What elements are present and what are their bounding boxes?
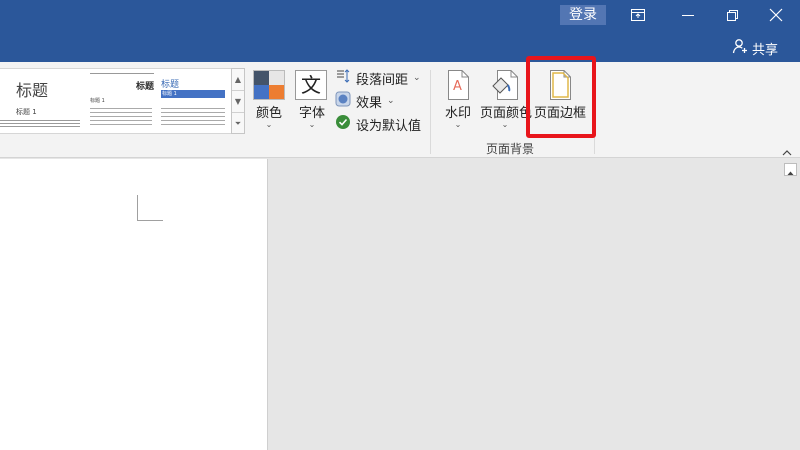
vertical-scrollbar[interactable] <box>783 159 800 450</box>
colors-button[interactable]: 颜色 ⌄ <box>253 70 285 129</box>
scroll-up-icon[interactable]: ▲ <box>232 69 244 91</box>
style-set-subtitle: 标题 1 <box>162 91 177 97</box>
style-set-subtitle: 标题 1 <box>16 108 37 116</box>
svg-text:A: A <box>453 79 462 94</box>
style-set-body-preview <box>90 105 152 127</box>
style-set-body-preview <box>0 118 80 128</box>
chevron-down-icon: ⌄ <box>454 120 462 129</box>
effects-label: 效果 <box>356 95 383 111</box>
chevron-down-icon: ⌄ <box>501 120 509 129</box>
style-set-item[interactable]: 标题 标题 1 <box>0 69 84 133</box>
effects-button[interactable]: 效果 ⌄ <box>335 91 395 111</box>
gallery-scrollbar[interactable]: ▲ ▼ ⏷ <box>231 68 245 134</box>
tab-strip <box>0 30 800 62</box>
close-icon[interactable] <box>766 5 786 25</box>
share-button[interactable]: 共享 <box>732 38 778 58</box>
scroll-up-icon[interactable] <box>784 163 797 176</box>
set-as-default-label: 设为默认值 <box>356 118 422 134</box>
person-add-icon <box>732 38 748 58</box>
chevron-down-icon: ⌄ <box>413 73 421 83</box>
paragraph-spacing-button[interactable]: 段落间距 ⌄ <box>335 68 421 88</box>
ribbon: 标题 标题 1 标题 标题 1 标题 标题 1 ▲ ▼ ⏷ 颜色 ⌄ 文 字体 … <box>0 62 800 158</box>
watermark-label: 水印 <box>444 106 471 121</box>
page-color-button[interactable]: 页面颜色 ⌄ <box>480 70 533 129</box>
fonts-button[interactable]: 文 字体 ⌄ <box>295 70 329 129</box>
gallery-more-icon[interactable]: ⏷ <box>232 113 244 135</box>
paragraph-spacing-icon <box>335 68 351 88</box>
group-separator <box>430 70 431 154</box>
paragraph-spacing-label: 段落间距 <box>356 72 409 88</box>
style-gallery[interactable]: 标题 标题 1 标题 标题 1 标题 标题 1 <box>0 68 232 134</box>
watermark-button[interactable]: A 水印 ⌄ <box>442 70 474 129</box>
style-set-rule <box>90 73 154 74</box>
page-color-label: 页面颜色 <box>480 106 533 121</box>
restore-icon[interactable] <box>722 5 742 25</box>
fonts-label: 字体 <box>298 106 325 121</box>
style-set-body-preview <box>161 105 225 127</box>
style-set-title: 标题 <box>16 81 49 100</box>
document-page[interactable] <box>0 159 268 450</box>
style-set-title: 标题 <box>161 80 180 90</box>
style-set-item[interactable]: 标题 标题 1 <box>158 69 230 133</box>
collapse-ribbon-icon[interactable] <box>780 144 794 156</box>
text-boundary-mark <box>137 195 163 221</box>
chevron-down-icon: ⌄ <box>265 120 273 129</box>
style-set-title: 标题 <box>135 82 154 92</box>
checkmark-icon <box>335 114 351 134</box>
page-color-icon <box>491 70 519 100</box>
highlight-box <box>526 56 596 138</box>
ribbon-display-icon[interactable] <box>628 5 648 25</box>
color-palette-icon <box>253 70 285 100</box>
style-set-subtitle: 标题 1 <box>90 98 105 104</box>
effects-icon <box>335 91 351 111</box>
chevron-down-icon: ⌄ <box>387 96 395 106</box>
style-set-item[interactable]: 标题 标题 1 <box>86 69 156 133</box>
minimize-icon[interactable] <box>678 5 698 25</box>
share-label: 共享 <box>752 42 779 58</box>
page-background-group-label: 页面背景 <box>486 142 535 156</box>
fonts-icon: 文 <box>295 70 327 100</box>
scroll-down-icon[interactable]: ▼ <box>232 91 244 113</box>
login-button[interactable]: 登录 <box>560 5 606 25</box>
watermark-icon: A <box>446 70 470 100</box>
set-as-default-button[interactable]: 设为默认值 <box>335 114 421 134</box>
colors-label: 颜色 <box>255 106 282 121</box>
chevron-down-icon: ⌄ <box>308 120 316 129</box>
